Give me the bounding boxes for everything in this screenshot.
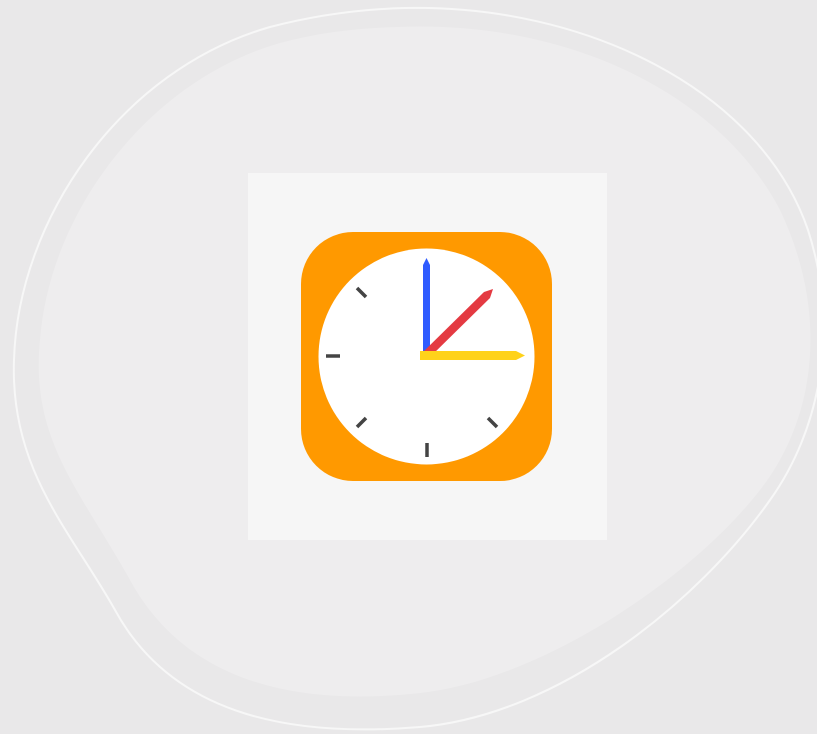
icon-card xyxy=(248,173,607,540)
second-hand xyxy=(420,351,525,360)
app-icon-stage xyxy=(0,0,817,734)
clock-icon xyxy=(301,232,552,481)
minute-hand xyxy=(423,258,430,355)
